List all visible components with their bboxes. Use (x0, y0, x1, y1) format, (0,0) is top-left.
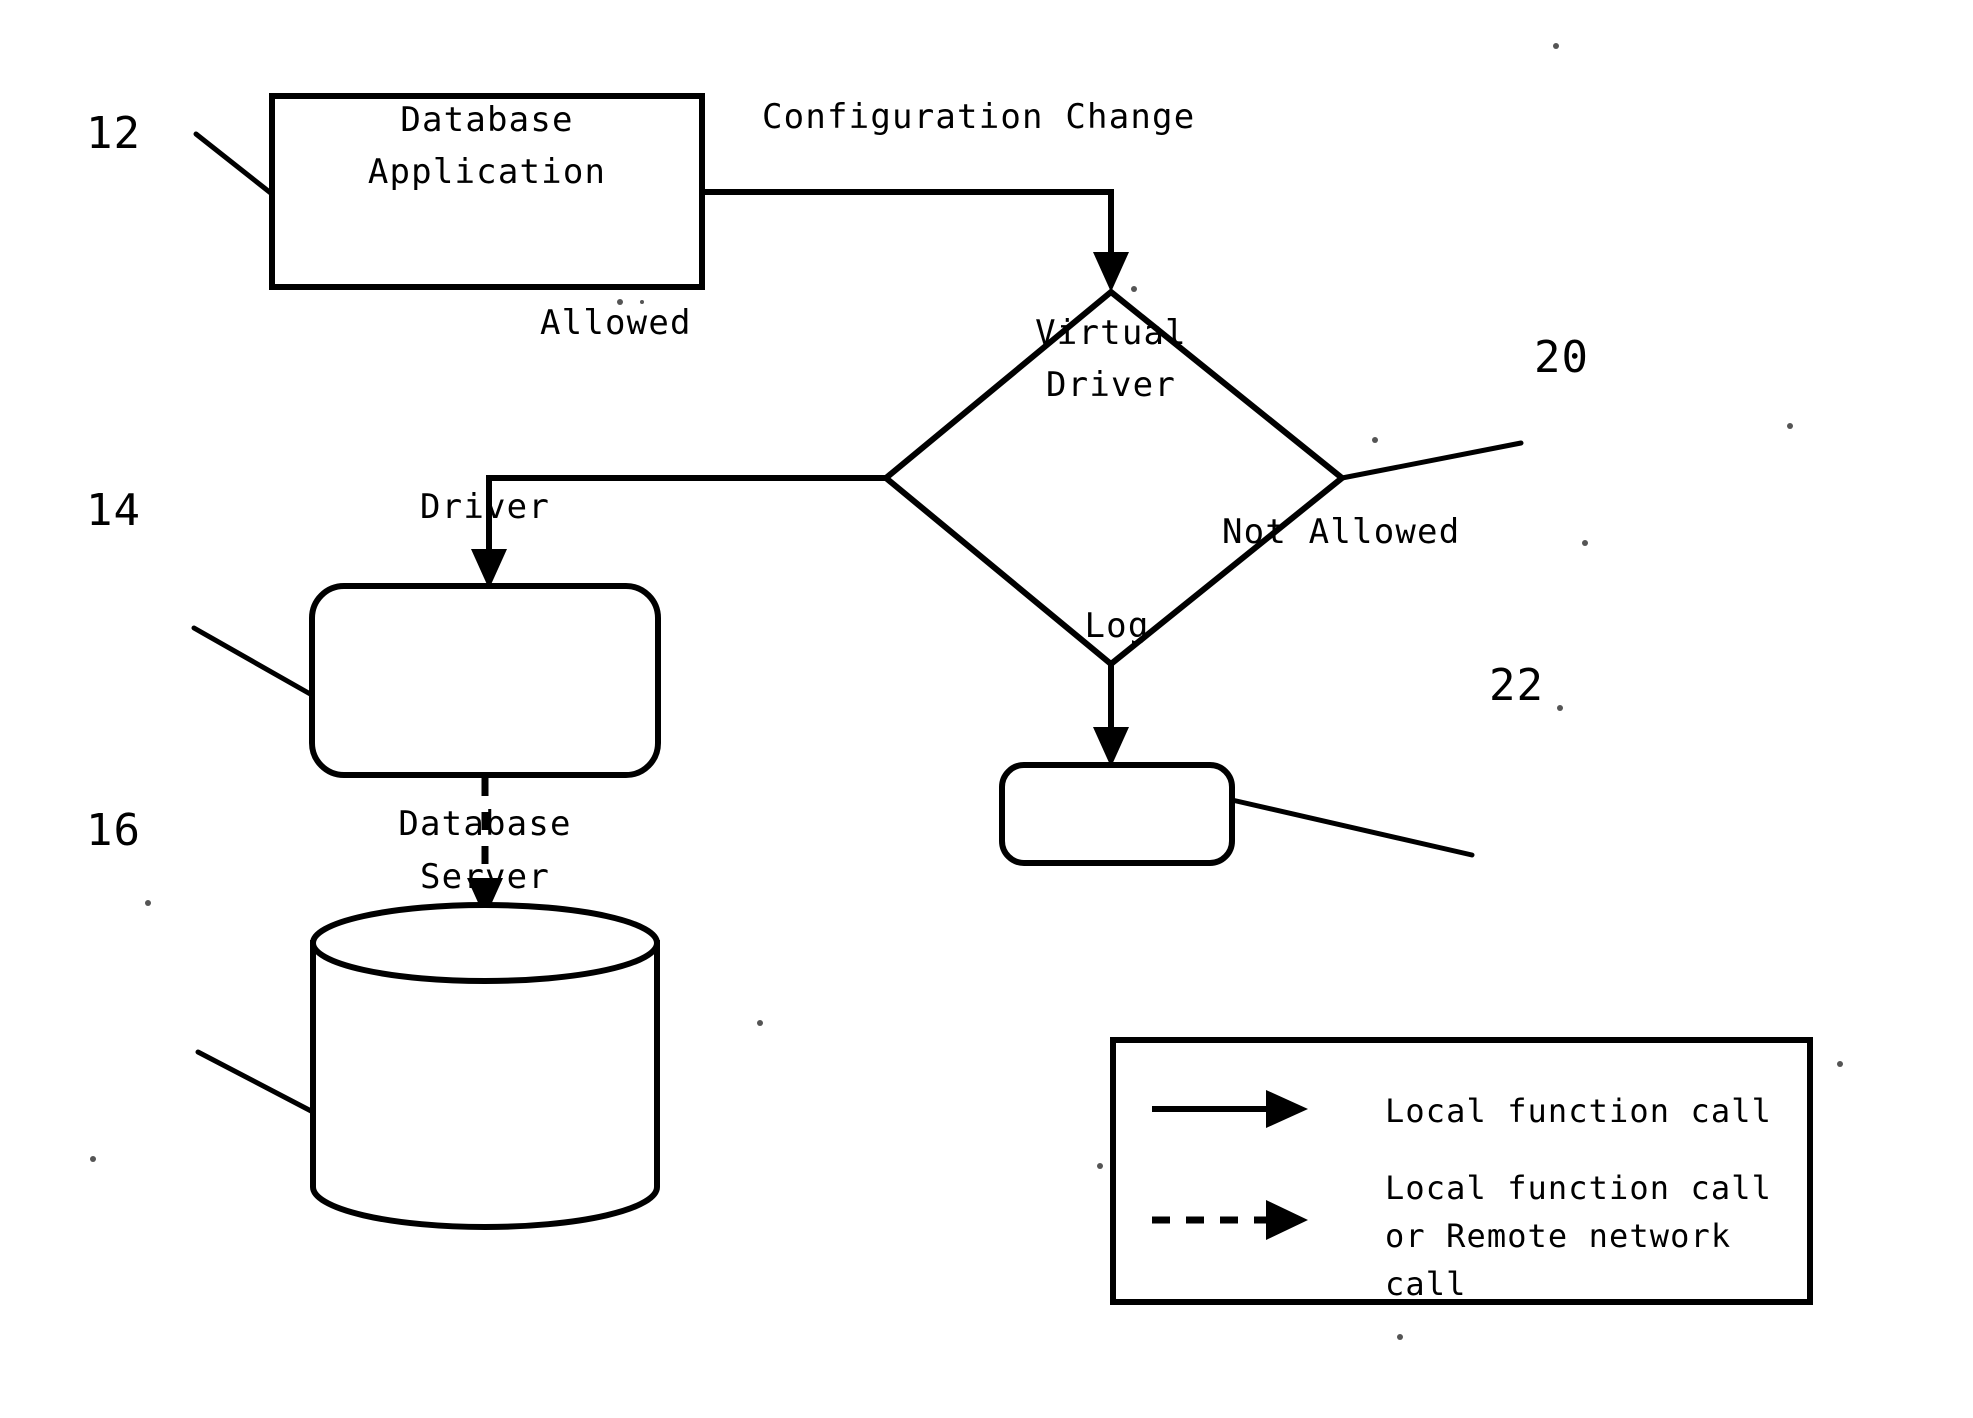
scan-speck (1553, 43, 1559, 49)
leader-line-20 (1339, 440, 1524, 481)
scan-speck (90, 1156, 96, 1162)
database-server-label-line1: Database (398, 804, 571, 844)
edge-configuration-change-line (702, 189, 1114, 265)
virtual-driver-label-line1: Virtual (1035, 313, 1187, 353)
ref-number-16: 16 (86, 805, 141, 856)
scan-speck (1097, 1163, 1103, 1169)
scan-speck (1837, 1061, 1843, 1067)
database-server-label-line2: Server (420, 857, 550, 897)
patent-figure: 12 Database Application Configuration Ch… (0, 0, 1973, 1418)
driver-box[interactable] (309, 583, 661, 778)
scan-speck (1582, 540, 1588, 546)
log-label: Log (1084, 606, 1149, 646)
leader-line-12 (193, 131, 275, 197)
leader-line-16 (195, 1049, 316, 1115)
legend-item-2-label-line3: call (1385, 1265, 1466, 1303)
scan-speck (1372, 437, 1378, 443)
database-application-label-line1: Database (400, 100, 573, 140)
ref-number-20: 20 (1534, 332, 1589, 383)
driver-label: Driver (420, 487, 550, 527)
scan-speck (757, 1020, 763, 1026)
database-server-cylinder-body[interactable] (310, 940, 660, 1230)
legend-item-1-label: Local function call (1385, 1092, 1772, 1130)
legend-item-2-label-line1: Local function call (1385, 1169, 1772, 1207)
edge-label-not-allowed: Not Allowed (1222, 512, 1460, 552)
leader-line-22 (1229, 797, 1475, 858)
edge-not-allowed-arrowhead (1093, 727, 1129, 767)
ref-number-12: 12 (86, 108, 141, 159)
scan-speck (145, 900, 151, 906)
scan-speck (1557, 705, 1563, 711)
log-box[interactable] (999, 762, 1235, 866)
scan-speck (1397, 1334, 1403, 1340)
scan-speck (1131, 286, 1137, 292)
diagram-canvas: 12 Database Application Configuration Ch… (86, 43, 1843, 1340)
legend-item-2-label-line2: or Remote network (1385, 1217, 1731, 1255)
virtual-driver-label-line2: Driver (1046, 365, 1176, 405)
edge-configuration-change-arrowhead (1093, 252, 1129, 292)
leader-line-14 (191, 625, 315, 698)
database-application-label-line2: Application (368, 152, 606, 192)
scan-speck (1787, 423, 1793, 429)
ref-number-14: 14 (86, 485, 141, 536)
edge-label-allowed: Allowed (540, 303, 692, 343)
database-server-cylinder-top (310, 902, 660, 984)
ref-number-22: 22 (1489, 660, 1544, 711)
edge-label-configuration-change: Configuration Change (762, 97, 1195, 137)
